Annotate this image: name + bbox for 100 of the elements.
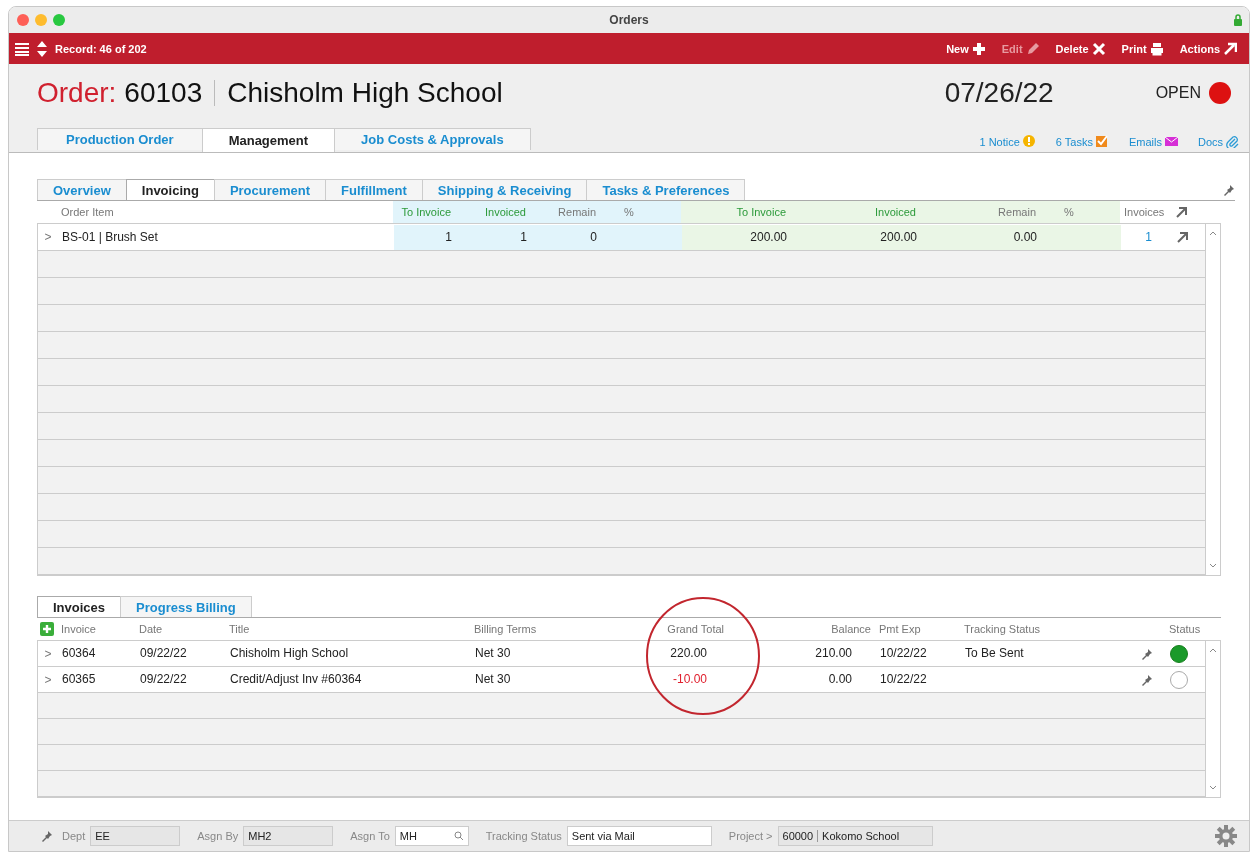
field-label: Asgn By [197,830,239,842]
pin-icon[interactable] [41,830,53,842]
customer-name: Chisholm High School [227,77,503,109]
column-header: Title [228,622,251,637]
column-header: To Invoice [393,201,475,223]
invoice-count-link[interactable]: 1 [1121,224,1176,250]
add-icon[interactable] [40,622,54,636]
tab[interactable]: Fulfillment [325,179,423,200]
column-header: % [620,201,681,223]
table-cell-text: Credit/Adjust Inv #60364 [229,671,363,688]
cross-icon [1091,41,1106,56]
pin-icon[interactable] [1141,673,1153,686]
column-header: Invoiced [810,201,940,223]
header-link[interactable]: 1 Notice [979,135,1036,148]
expand-toggle[interactable]: > [38,672,58,687]
table-cell: 1 [394,224,476,250]
table-cell-text: To Be Sent [964,645,1025,662]
header-link[interactable]: 6 Tasks [1055,135,1109,148]
checkbox-icon [1095,135,1109,148]
table-cell-text: 60365 [61,671,97,688]
tab[interactable]: Production Order [37,128,203,150]
pin-icon[interactable] [1141,647,1153,660]
column-header: Balance [830,622,872,637]
table-cell-text: Chisholm High School [229,645,350,662]
table-cell: 200.00 [682,224,811,250]
table-cell-text: 210.00 [814,645,853,662]
column-header: Remain [550,201,620,223]
printer-icon [1149,41,1164,56]
plus-icon [971,41,986,56]
column-header: Date [138,622,164,637]
tab[interactable]: Shipping & Receiving [421,179,588,200]
field-label: Project > [728,830,773,842]
lock-icon [1233,14,1243,26]
scroll-up-icon[interactable] [1209,647,1217,653]
column-header: % [1060,201,1120,223]
column-header: Pmt Exp [878,622,922,637]
column-header: Remain [940,201,1060,223]
warning-icon [1022,135,1036,148]
arrow-icon [1223,41,1237,56]
input-field[interactable]: MH [394,826,469,846]
header-link[interactable]: Docs [1197,135,1239,148]
input-field[interactable]: 60000 Kokomo School [777,826,933,846]
table-cell-text: Net 30 [474,671,512,688]
table-cell-text: Net 30 [474,645,512,662]
envelope-icon [1164,135,1178,148]
column-header: Billing Terms [473,622,538,637]
scroll-down-icon[interactable] [1209,785,1217,791]
scroll-up-icon[interactable] [1209,230,1217,236]
column-header: Invoice [60,622,97,637]
input-field[interactable]: EE [90,826,181,846]
table-cell-text: 09/22/22 [139,645,188,662]
table-cell: 0 [551,224,621,250]
column-header: Invoices [1123,205,1166,220]
table-cell-text: BS-01 | Brush Set [61,228,159,246]
table-cell: 200.00 [811,224,941,250]
tab[interactable]: Job Costs & Approvals [334,128,531,150]
expand-arrow-icon[interactable] [1175,206,1187,218]
toolbar-button[interactable]: Print [1115,39,1170,58]
window-title: Orders [608,13,650,27]
order-label: Order: [37,77,117,109]
column-header: Grand Total [666,622,725,637]
toolbar-button[interactable]: Delete [1049,39,1112,58]
expand-toggle[interactable]: > [38,230,58,244]
input-field[interactable]: Sent via Mail [566,826,712,846]
pin-icon[interactable] [1223,184,1235,196]
toolbar-button[interactable]: New [940,39,992,58]
table-cell-text: 220.00 [669,645,708,662]
window-control-icon[interactable] [53,14,65,26]
table-cell-text: 0.00 [827,671,853,688]
scroll-down-icon[interactable] [1209,563,1217,569]
menu-icon[interactable] [15,41,29,56]
tab[interactable]: Overview [37,179,127,200]
order-date: 07/26/22 [944,77,1054,109]
tab[interactable]: Invoicing [125,179,215,200]
tab[interactable]: Tasks & Preferences [586,179,746,200]
tab[interactable]: Progress Billing [120,596,252,617]
table-cell-text: 10/22/22 [879,645,928,662]
pencil-icon [1025,41,1040,56]
tab[interactable]: Invoices [37,596,122,617]
window-control-icon[interactable] [17,14,29,26]
expand-arrow-icon[interactable] [1176,231,1188,243]
tab[interactable]: Management [201,128,336,152]
field-label: Tracking Status [485,830,562,842]
header-link[interactable]: Emails [1128,135,1178,148]
input-field[interactable]: MH2 [243,826,334,846]
table-cell: 0.00 [941,224,1061,250]
expand-toggle[interactable]: > [38,646,58,661]
toolbar-button[interactable]: Actions [1173,39,1243,58]
column-header: To Invoice [681,201,810,223]
table-cell-text: 60364 [61,645,97,662]
field-label: Asgn To [350,830,390,842]
column-header: Invoiced [475,201,550,223]
record-counter: Record: 46 of 202 [55,42,147,55]
table-cell-text: -10.00 [671,671,708,688]
status-label: OPEN [1155,84,1201,102]
tab[interactable]: Procurement [213,179,327,200]
column-header: Tracking Status [963,622,1041,637]
search-icon [453,831,464,841]
settings-icon[interactable] [1215,825,1237,847]
up-down-arrows-icon[interactable] [37,40,47,57]
